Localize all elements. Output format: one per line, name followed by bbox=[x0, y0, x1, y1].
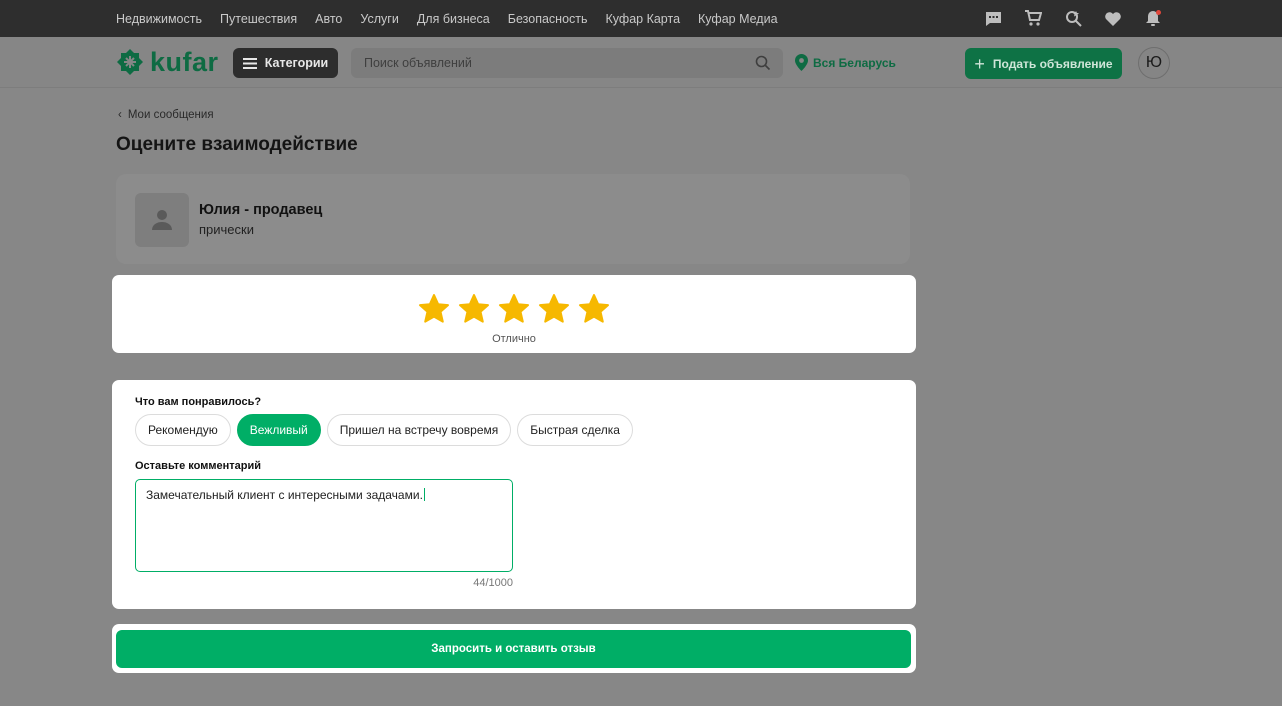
top-nav-link[interactable]: Недвижимость bbox=[116, 12, 202, 26]
comment-textarea[interactable]: Замечательный клиент с интересными задач… bbox=[135, 479, 513, 572]
top-nav-links: Недвижимость Путешествия Авто Услуги Для… bbox=[116, 0, 796, 37]
page-title: Оцените взаимодействие bbox=[116, 134, 358, 155]
chip-on-time[interactable]: Пришел на встречу вовремя bbox=[326, 414, 512, 446]
breadcrumb[interactable]: ‹ Мои сообщения bbox=[118, 109, 214, 121]
kufar-logo[interactable]: kufar bbox=[116, 47, 219, 77]
feedback-form: Что вам понравилось? Рекомендую Вежливый… bbox=[112, 380, 916, 609]
chip-polite[interactable]: Вежливый bbox=[236, 414, 321, 446]
seller-card: Юлия - продавец прически bbox=[116, 174, 910, 264]
liked-question: Что вам понравилось? bbox=[135, 396, 262, 408]
notification-dot bbox=[1156, 9, 1161, 15]
heart-icon[interactable] bbox=[1104, 10, 1122, 28]
chevron-left-icon: ‹ bbox=[118, 109, 122, 121]
text-cursor bbox=[423, 488, 425, 501]
char-counter: 44/1000 bbox=[473, 577, 513, 589]
categories-button[interactable]: Категории bbox=[233, 48, 338, 78]
post-ad-label: Подать объявление bbox=[992, 56, 1113, 71]
rating-label: Отлично bbox=[492, 333, 536, 345]
top-icons bbox=[984, 0, 1162, 37]
star-icon[interactable] bbox=[418, 293, 450, 325]
plus-icon: + bbox=[974, 53, 985, 74]
star-icon[interactable] bbox=[498, 293, 530, 325]
comment-text: Замечательный клиент с интересными задач… bbox=[146, 488, 423, 502]
logo-icon bbox=[117, 49, 143, 75]
star-rating bbox=[112, 293, 916, 325]
star-icon[interactable] bbox=[458, 293, 490, 325]
top-nav-link[interactable]: Куфар Карта bbox=[606, 12, 681, 26]
seller-subtitle: прически bbox=[199, 222, 254, 237]
seller-name: Юлия - продавец bbox=[199, 202, 323, 218]
search-box bbox=[351, 48, 783, 78]
chip-group: Рекомендую Вежливый Пришел на встречу во… bbox=[135, 414, 633, 446]
user-avatar[interactable]: Ю bbox=[1138, 47, 1170, 79]
chip-fast-deal[interactable]: Быстрая сделка bbox=[517, 414, 633, 446]
chat-icon[interactable] bbox=[984, 10, 1002, 28]
main-header: kufar Категории Вся Беларусь + Подать об… bbox=[0, 37, 1282, 88]
user-placeholder-icon bbox=[152, 210, 172, 230]
submit-review-button[interactable]: Запросить и оставить отзыв bbox=[116, 630, 911, 668]
star-icon[interactable] bbox=[538, 293, 570, 325]
top-bar: Недвижимость Путешествия Авто Услуги Для… bbox=[0, 0, 1282, 37]
top-nav-link[interactable]: Авто bbox=[315, 12, 342, 26]
seller-avatar bbox=[135, 193, 189, 247]
logo-text: kufar bbox=[150, 46, 219, 77]
star-icon[interactable] bbox=[578, 293, 610, 325]
categories-label: Категории bbox=[264, 56, 329, 70]
location-selector[interactable]: Вся Беларусь bbox=[795, 54, 896, 71]
search-icon[interactable] bbox=[755, 55, 771, 76]
location-pin-icon bbox=[795, 54, 808, 71]
top-nav-link[interactable]: Услуги bbox=[360, 12, 398, 26]
top-nav-link[interactable]: Для бизнеса bbox=[417, 12, 490, 26]
top-nav-link[interactable]: Безопасность bbox=[508, 12, 588, 26]
chip-recommend[interactable]: Рекомендую bbox=[135, 414, 231, 446]
cart-icon[interactable] bbox=[1024, 10, 1042, 28]
saved-search-icon[interactable] bbox=[1064, 10, 1082, 28]
post-ad-button[interactable]: + Подать объявление bbox=[965, 48, 1122, 79]
top-nav-link[interactable]: Куфар Медиа bbox=[698, 12, 778, 26]
search-input[interactable] bbox=[351, 48, 751, 78]
rating-card: Отлично bbox=[112, 275, 916, 353]
location-label: Вся Беларусь bbox=[813, 55, 896, 70]
menu-icon bbox=[242, 57, 257, 69]
breadcrumb-link: Мои сообщения bbox=[127, 109, 214, 121]
top-nav-link[interactable]: Путешествия bbox=[220, 12, 297, 26]
comment-label: Оставьте комментарий bbox=[135, 460, 262, 472]
submit-container: Запросить и оставить отзыв bbox=[112, 624, 916, 673]
bell-icon[interactable] bbox=[1144, 9, 1162, 28]
